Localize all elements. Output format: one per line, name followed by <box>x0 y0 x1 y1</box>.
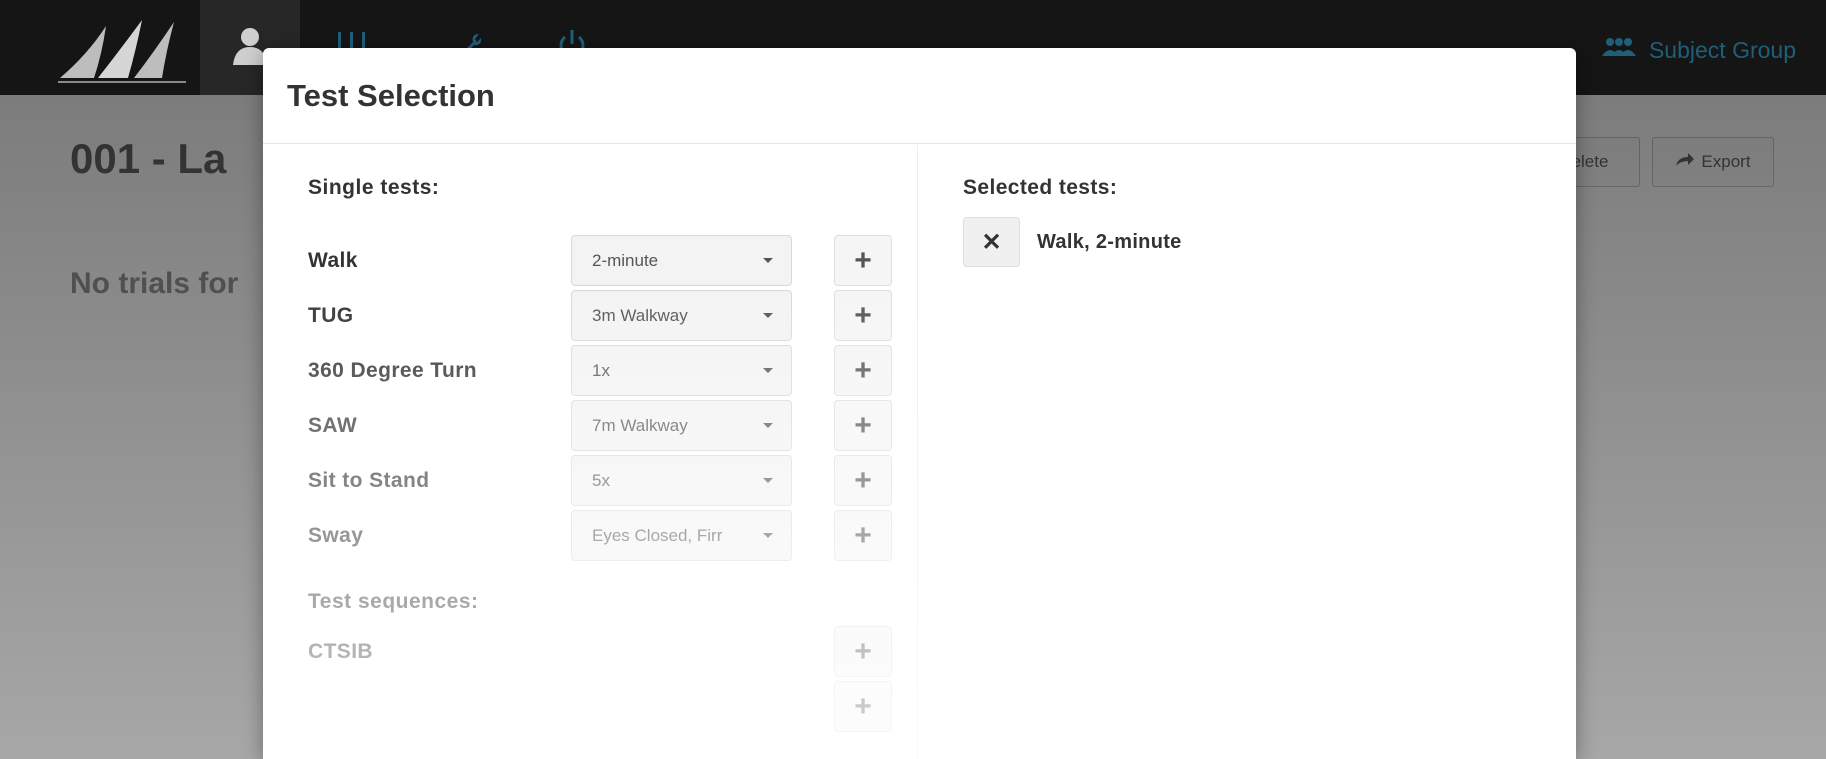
select-value: 2-minute <box>592 250 659 270</box>
test-selection-modal: Test Selection Single tests: Walk 2-minu… <box>263 48 1576 759</box>
add-test-button[interactable]: + <box>834 235 892 286</box>
page-title: 001 - La <box>70 135 227 182</box>
plus-icon: + <box>854 243 872 277</box>
test-label: TUG <box>308 304 354 327</box>
test-row-sit-to-stand: Sit to Stand 5x + <box>263 455 918 507</box>
plus-icon: + <box>854 634 872 668</box>
selected-tests-column: Selected tests: ✕ Walk, 2-minute <box>919 145 1576 759</box>
test-row-saw: SAW 7m Walkway + <box>263 400 918 452</box>
caret-down-icon <box>763 533 773 538</box>
select-value: 1x <box>592 360 610 380</box>
caret-down-icon <box>763 423 773 428</box>
select-value: 3m Walkway <box>592 305 688 325</box>
modal-title: Test Selection <box>287 77 495 113</box>
plus-icon: + <box>854 689 872 723</box>
modal-header: Test Selection <box>263 48 1576 144</box>
plus-icon: + <box>854 463 872 497</box>
selected-test-label: Walk, 2-minute <box>1037 230 1182 253</box>
subject-group-label: Subject Group <box>1648 36 1796 63</box>
caret-down-icon <box>763 313 773 318</box>
caret-down-icon <box>763 258 773 263</box>
add-sequence-button[interactable]: + <box>834 626 892 677</box>
plus-icon: + <box>854 353 872 387</box>
test-row-sway: Sway Eyes Closed, Firr + <box>263 510 918 562</box>
test-label: Walk <box>308 249 358 272</box>
plus-icon: + <box>854 408 872 442</box>
users-icon <box>1601 36 1637 64</box>
share-icon <box>1675 152 1695 172</box>
add-test-button[interactable]: + <box>834 455 892 506</box>
sequence-row-ctsib: CTSIB + <box>263 626 918 678</box>
test-option-select[interactable]: 1x <box>571 345 792 396</box>
test-label: SAW <box>308 414 358 437</box>
app-logo[interactable] <box>58 14 188 84</box>
export-label: Export <box>1701 152 1751 171</box>
no-trials-text: No trials for <box>70 267 239 300</box>
selected-tests-header: Selected tests: <box>963 176 1118 199</box>
test-label: 360 Degree Turn <box>308 359 478 382</box>
caret-down-icon <box>763 368 773 373</box>
single-tests-header: Single tests: <box>308 176 440 199</box>
add-test-button[interactable]: + <box>834 290 892 341</box>
sequence-label: CTSIB <box>308 640 373 663</box>
test-option-select[interactable]: 7m Walkway <box>571 400 792 451</box>
add-test-button[interactable]: + <box>834 510 892 561</box>
selected-test-item: ✕ Walk, 2-minute <box>963 217 1182 267</box>
delete-label: elete <box>1571 152 1609 171</box>
subject-group-link[interactable]: Subject Group <box>1601 36 1796 64</box>
plus-icon: + <box>854 298 872 332</box>
test-list-column: Single tests: Walk 2-minute + TUG 3m Wal… <box>263 145 918 759</box>
test-label: Sway <box>308 524 364 547</box>
add-sequence-button[interactable]: + <box>834 681 892 732</box>
test-row-tug: TUG 3m Walkway + <box>263 290 918 342</box>
test-option-select[interactable]: Eyes Closed, Firr <box>571 510 792 561</box>
caret-down-icon <box>763 478 773 483</box>
test-row-walk: Walk 2-minute + <box>263 235 918 287</box>
select-value: Eyes Closed, Firr <box>592 525 723 545</box>
select-value: 7m Walkway <box>592 415 688 435</box>
test-row-360-turn: 360 Degree Turn 1x + <box>263 345 918 397</box>
remove-test-button[interactable]: ✕ <box>963 217 1020 267</box>
test-label: Sit to Stand <box>308 469 430 492</box>
test-option-select[interactable]: 5x <box>571 455 792 506</box>
select-value: 5x <box>592 470 610 490</box>
test-sequences-header: Test sequences: <box>308 590 479 613</box>
plus-icon: + <box>854 518 872 552</box>
close-icon: ✕ <box>981 228 1002 256</box>
sequence-row-next: + <box>263 681 918 733</box>
add-test-button[interactable]: + <box>834 345 892 396</box>
test-option-select[interactable]: 3m Walkway <box>571 290 792 341</box>
export-button[interactable]: Export <box>1652 137 1774 187</box>
test-option-select[interactable]: 2-minute <box>571 235 792 286</box>
add-test-button[interactable]: + <box>834 400 892 451</box>
